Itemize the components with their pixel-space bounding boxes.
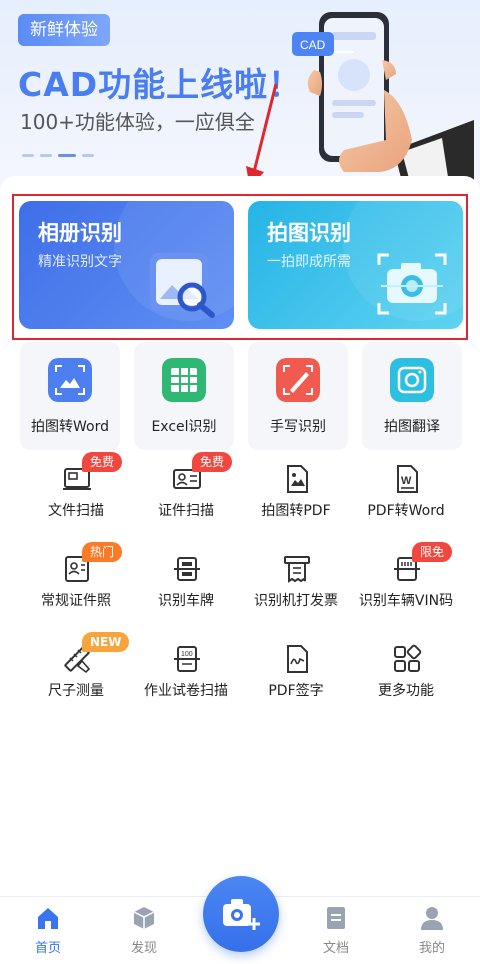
photo-recognition-title: 拍图识别 [267, 221, 351, 245]
album-recognition-title: 相册识别 [38, 221, 122, 245]
tool-label: 识别车辆VIN码 [358, 593, 454, 609]
tool-label: 识别车牌 [158, 593, 214, 609]
limited-free-badge: 限免 [412, 542, 453, 562]
tool-label: PDF转Word [367, 503, 445, 519]
home-icon [38, 908, 58, 929]
album-recognition-card[interactable]: 相册识别 精准识别文字 [19, 201, 234, 329]
photo-recognition-subtitle: 一拍即成所需 [267, 254, 351, 270]
camera-plus-icon [223, 899, 260, 930]
more-apps-icon [394, 644, 422, 672]
new-badge: NEW [82, 632, 130, 652]
svg-text:W: W [401, 475, 412, 487]
tool-more[interactable]: 更多功能 [348, 638, 464, 718]
photo-recognition-card[interactable]: 拍图识别 一拍即成所需 [248, 201, 463, 329]
quick-tool-translate[interactable]: 拍图翻译 [362, 342, 462, 450]
tool-label: 作业试卷扫描 [144, 683, 228, 699]
tool-homework-scan[interactable]: 100 作业试卷扫描 [128, 638, 244, 718]
nav-home-label: 首页 [34, 941, 61, 956]
license-plate-icon [174, 557, 200, 581]
red-arrow-indicator [246, 83, 278, 188]
svg-text:CAD: CAD [300, 38, 326, 52]
free-badge: 免费 [82, 452, 123, 472]
free-badge: 免费 [192, 452, 233, 472]
tool-id-photo[interactable]: 常规证件照 热门 [18, 542, 134, 628]
svg-text:100: 100 [181, 651, 193, 658]
tool-label: 更多功能 [378, 683, 434, 699]
translate-camera-icon [390, 358, 434, 402]
invoice-icon [284, 556, 310, 583]
nav-home[interactable]: 首页 [18, 905, 78, 956]
quick-tool-excel[interactable]: Excel识别 [134, 342, 234, 450]
nav-discover-label: 发现 [130, 941, 157, 956]
tool-label: PDF签字 [268, 683, 324, 699]
tool-label: 拍图转PDF [261, 503, 331, 519]
handwriting-icon [276, 358, 320, 402]
image-pdf-icon [287, 465, 308, 493]
quick-tools-row: 拍图转Word Excel识别 手写识别 拍图翻译 [20, 342, 462, 452]
exam-paper-icon: 100 [174, 646, 200, 672]
new-experience-badge: 新鲜体验 [18, 14, 110, 46]
tool-pdf-to-word[interactable]: W PDF转Word [348, 458, 464, 538]
excel-icon [162, 358, 206, 402]
promo-banner[interactable]: 新鲜体验 CAD功能上线啦！ 100+功能体验，一应俱全 CAD [0, 0, 480, 190]
phone-hand-illustration: CAD [292, 12, 474, 190]
quick-tool-photo-to-word[interactable]: 拍图转Word [20, 342, 120, 450]
tool-file-scan[interactable]: 文件扫描 免费 [18, 452, 134, 538]
cube-icon [133, 907, 155, 929]
nav-profile[interactable]: 我的 [402, 905, 462, 956]
photo-to-word-icon [48, 358, 92, 402]
tool-label: 尺子测量 [48, 683, 104, 699]
tool-photo-to-pdf[interactable]: 拍图转PDF [238, 458, 354, 538]
tool-ruler[interactable]: 尺子测量 NEW [18, 632, 134, 718]
quick-tool-label: 拍图转Word [31, 419, 109, 435]
nav-discover[interactable]: 发现 [114, 905, 174, 956]
nav-documents-label: 文档 [322, 941, 349, 956]
camera-capture-button[interactable] [203, 876, 279, 952]
quick-tool-label: 拍图翻译 [384, 419, 440, 435]
main-content: 相册识别 精准识别文字 拍图识别 一拍即成所需 拍图转Word Excel识别 … [0, 176, 480, 898]
document-icon [327, 907, 345, 929]
tool-pdf-sign[interactable]: PDF签字 [238, 638, 354, 718]
pdf-signature-icon [287, 645, 308, 673]
user-icon [421, 907, 443, 930]
nav-profile-label: 我的 [418, 941, 445, 956]
quick-tool-handwriting[interactable]: 手写识别 [248, 342, 348, 450]
tool-license-plate[interactable]: 识别车牌 [128, 548, 244, 628]
quick-tool-label: Excel识别 [151, 419, 217, 435]
album-recognition-subtitle: 精准识别文字 [38, 254, 122, 270]
tool-label: 证件扫描 [158, 503, 214, 519]
tool-label: 识别机打发票 [254, 593, 338, 609]
tool-label: 常规证件照 [41, 593, 111, 609]
word-doc-icon: W [397, 465, 418, 493]
hot-badge: 热门 [82, 542, 123, 562]
banner-subtitle: 100+功能体验，一应俱全 [20, 110, 255, 134]
tool-vin[interactable]: 识别车辆VIN码 限免 [348, 542, 464, 628]
carousel-indicator [22, 154, 94, 157]
nav-documents[interactable]: 文档 [306, 905, 366, 956]
tool-invoice[interactable]: 识别机打发票 [238, 548, 354, 628]
tool-id-scan[interactable]: 证件扫描 免费 [128, 452, 244, 538]
image-search-icon [150, 253, 215, 318]
quick-tool-label: 手写识别 [270, 419, 326, 435]
camera-scan-icon [377, 253, 447, 315]
tool-label: 文件扫描 [48, 503, 104, 519]
